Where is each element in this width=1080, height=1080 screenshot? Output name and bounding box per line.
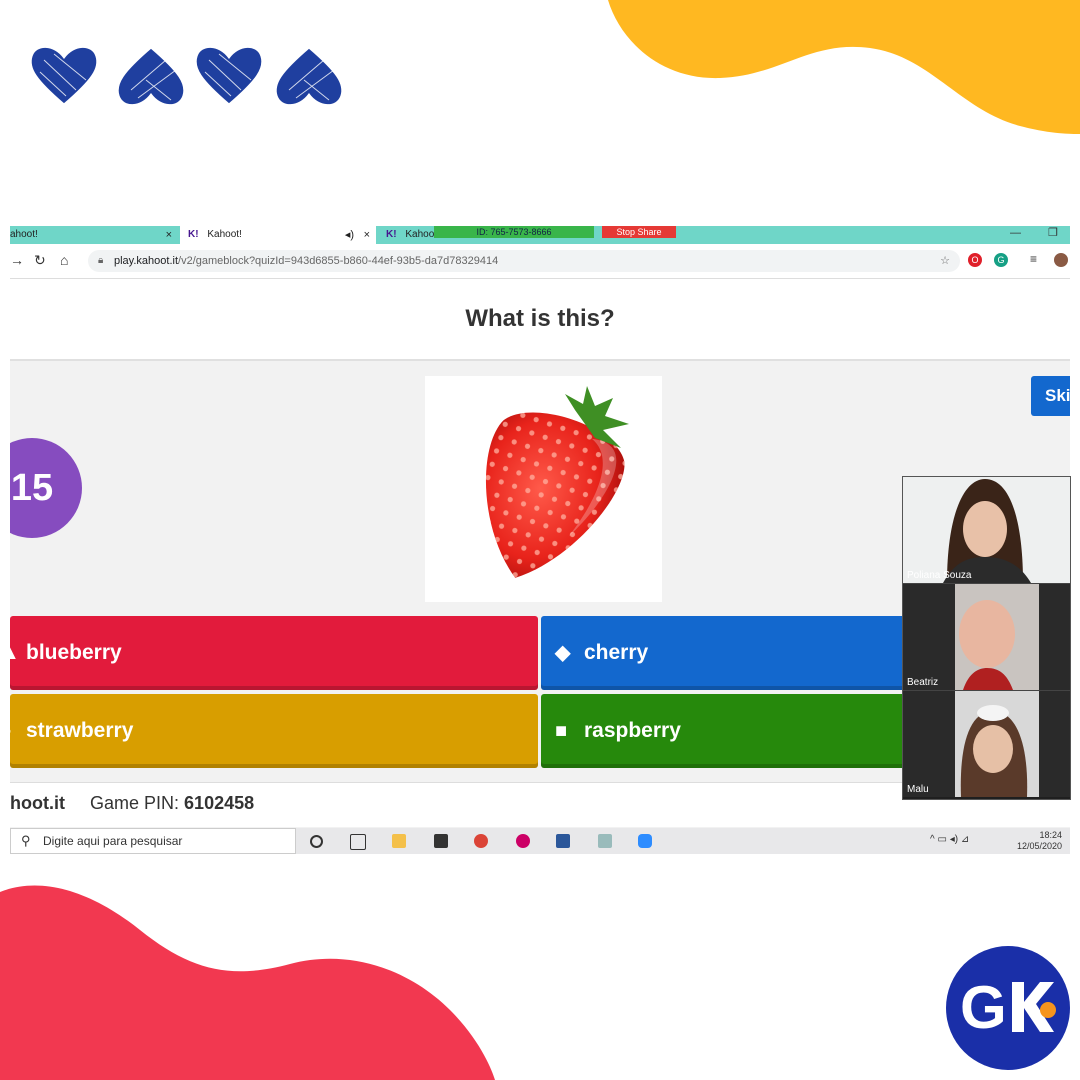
clock-time: 18:24 [1039, 830, 1062, 840]
heart-icon [275, 47, 343, 106]
participant-video [903, 584, 1070, 690]
clock[interactable]: 18:24 12/05/2020 [1017, 830, 1062, 852]
url-field[interactable]: 🔒︎ play.kahoot.it/v2/gameblock?quizId=94… [88, 250, 960, 272]
reading-list-icon[interactable]: ≡ [1030, 252, 1037, 266]
word-icon[interactable] [556, 834, 570, 848]
yellow-blob [608, 0, 1080, 134]
heart-icon [195, 46, 263, 105]
strawberry-image [485, 386, 629, 578]
answer-label: cherry [584, 641, 649, 664]
gk-logo: G [946, 946, 1070, 1070]
participant-name: Malu [907, 784, 929, 795]
browser-tab-bar: ahoot! × K! Kahoot! ◂) × K! Kahoo ID: 76… [10, 226, 1070, 244]
tab-title: ahoot! [10, 229, 38, 240]
forward-icon[interactable]: → [10, 252, 24, 268]
minimize-icon[interactable]: — [1010, 226, 1021, 240]
game-pin-value: 6102458 [184, 793, 255, 813]
cortana-icon[interactable] [310, 835, 323, 848]
pin-caption: Game PIN: [90, 793, 180, 813]
browser-tab[interactable]: ahoot! × [10, 226, 178, 244]
answer-label: blueberry [26, 641, 122, 664]
red-blob [0, 885, 495, 1080]
circle-icon: ● [10, 694, 12, 768]
kahoot-favicon: K! [188, 229, 199, 240]
system-tray-icons[interactable]: ^ ▭ ◂) ⊿ [930, 834, 969, 845]
address-bar: → ↻ ⌂ 🔒︎ play.kahoot.it/v2/gameblock?qui… [10, 244, 1070, 279]
zoom-meeting-id: ID: 765-7573-8666 [434, 226, 594, 238]
participant-name: Beatriz [907, 677, 939, 688]
heart-icon [117, 47, 185, 106]
video-tile[interactable]: Beatriz [903, 584, 1070, 691]
url-path: /v2/gameblock?quizId=943d6855-b860-44ef-… [178, 255, 499, 267]
zoom-icon[interactable] [638, 834, 652, 848]
video-participants-panel: Poliana Souza Beatriz Malu [902, 476, 1071, 800]
question-image [425, 376, 662, 602]
kahoot-brand: hoot.it [10, 793, 65, 813]
diamond-icon: ◆ [555, 642, 571, 664]
game-pin-label: Game PIN: 6102458 [90, 793, 254, 814]
file-explorer-icon[interactable] [392, 834, 406, 848]
restore-icon[interactable]: ❐ [1048, 226, 1058, 240]
search-icon: ⚲ [21, 833, 31, 848]
participant-video [903, 477, 1070, 583]
tab-title: Kahoo [405, 229, 435, 240]
close-tab-icon[interactable]: × [166, 226, 172, 244]
answer-button-strawberry[interactable]: ● strawberry [10, 694, 538, 768]
star-icon[interactable]: ☆ [940, 250, 950, 272]
clock-date: 12/05/2020 [1016, 841, 1062, 851]
answer-label: strawberry [26, 719, 134, 742]
profile-avatar[interactable] [1054, 253, 1068, 267]
video-tile[interactable]: Malu [903, 691, 1070, 797]
browser-tab-active[interactable]: K! Kahoot! ◂) × [180, 226, 376, 244]
home-icon[interactable]: ⌂ [60, 252, 68, 268]
close-tab-icon[interactable]: × [364, 226, 370, 244]
heart-icon [30, 46, 98, 105]
countdown-timer: 15 [10, 438, 82, 538]
svg-text:G: G [960, 974, 1007, 1041]
app-icon[interactable] [598, 834, 612, 848]
kahoot-favicon: K! [386, 229, 397, 240]
participant-name: Poliana Souza [907, 570, 972, 581]
answer-label: raspberry [584, 719, 681, 742]
taskbar-search-input[interactable]: ⚲ Digite aqui para pesquisar [10, 828, 296, 854]
app-icon[interactable] [434, 834, 448, 848]
reload-icon[interactable]: ↻ [34, 252, 46, 269]
hearts-doodle [30, 46, 343, 106]
opera-icon[interactable]: O [968, 253, 982, 267]
speaker-icon[interactable]: ◂) [345, 226, 354, 244]
url-host: play.kahoot.it [114, 255, 179, 267]
question-header: What is this? [10, 279, 1070, 361]
chrome-icon[interactable] [474, 834, 488, 848]
participant-video [903, 691, 1070, 797]
square-icon: ■ [555, 720, 568, 742]
question-title: What is this? [465, 305, 615, 332]
lock-icon: 🔒︎ [98, 255, 104, 266]
video-tile[interactable]: Poliana Souza [903, 477, 1070, 584]
triangle-icon: ▲ [10, 616, 20, 690]
search-placeholder: Digite aqui para pesquisar [43, 834, 183, 848]
paint-icon[interactable] [516, 834, 530, 848]
tab-title: Kahoot! [207, 229, 242, 240]
grammarly-icon[interactable]: G [994, 253, 1008, 267]
windows-taskbar: ⚲ Digite aqui para pesquisar ^ ▭ ◂) ⊿ 18… [10, 828, 1070, 854]
stop-share-button[interactable]: Stop Share [602, 226, 676, 238]
skip-button[interactable]: Ski [1031, 376, 1070, 416]
answer-button-blueberry[interactable]: ▲ blueberry [10, 616, 538, 690]
task-view-icon[interactable] [350, 834, 366, 850]
